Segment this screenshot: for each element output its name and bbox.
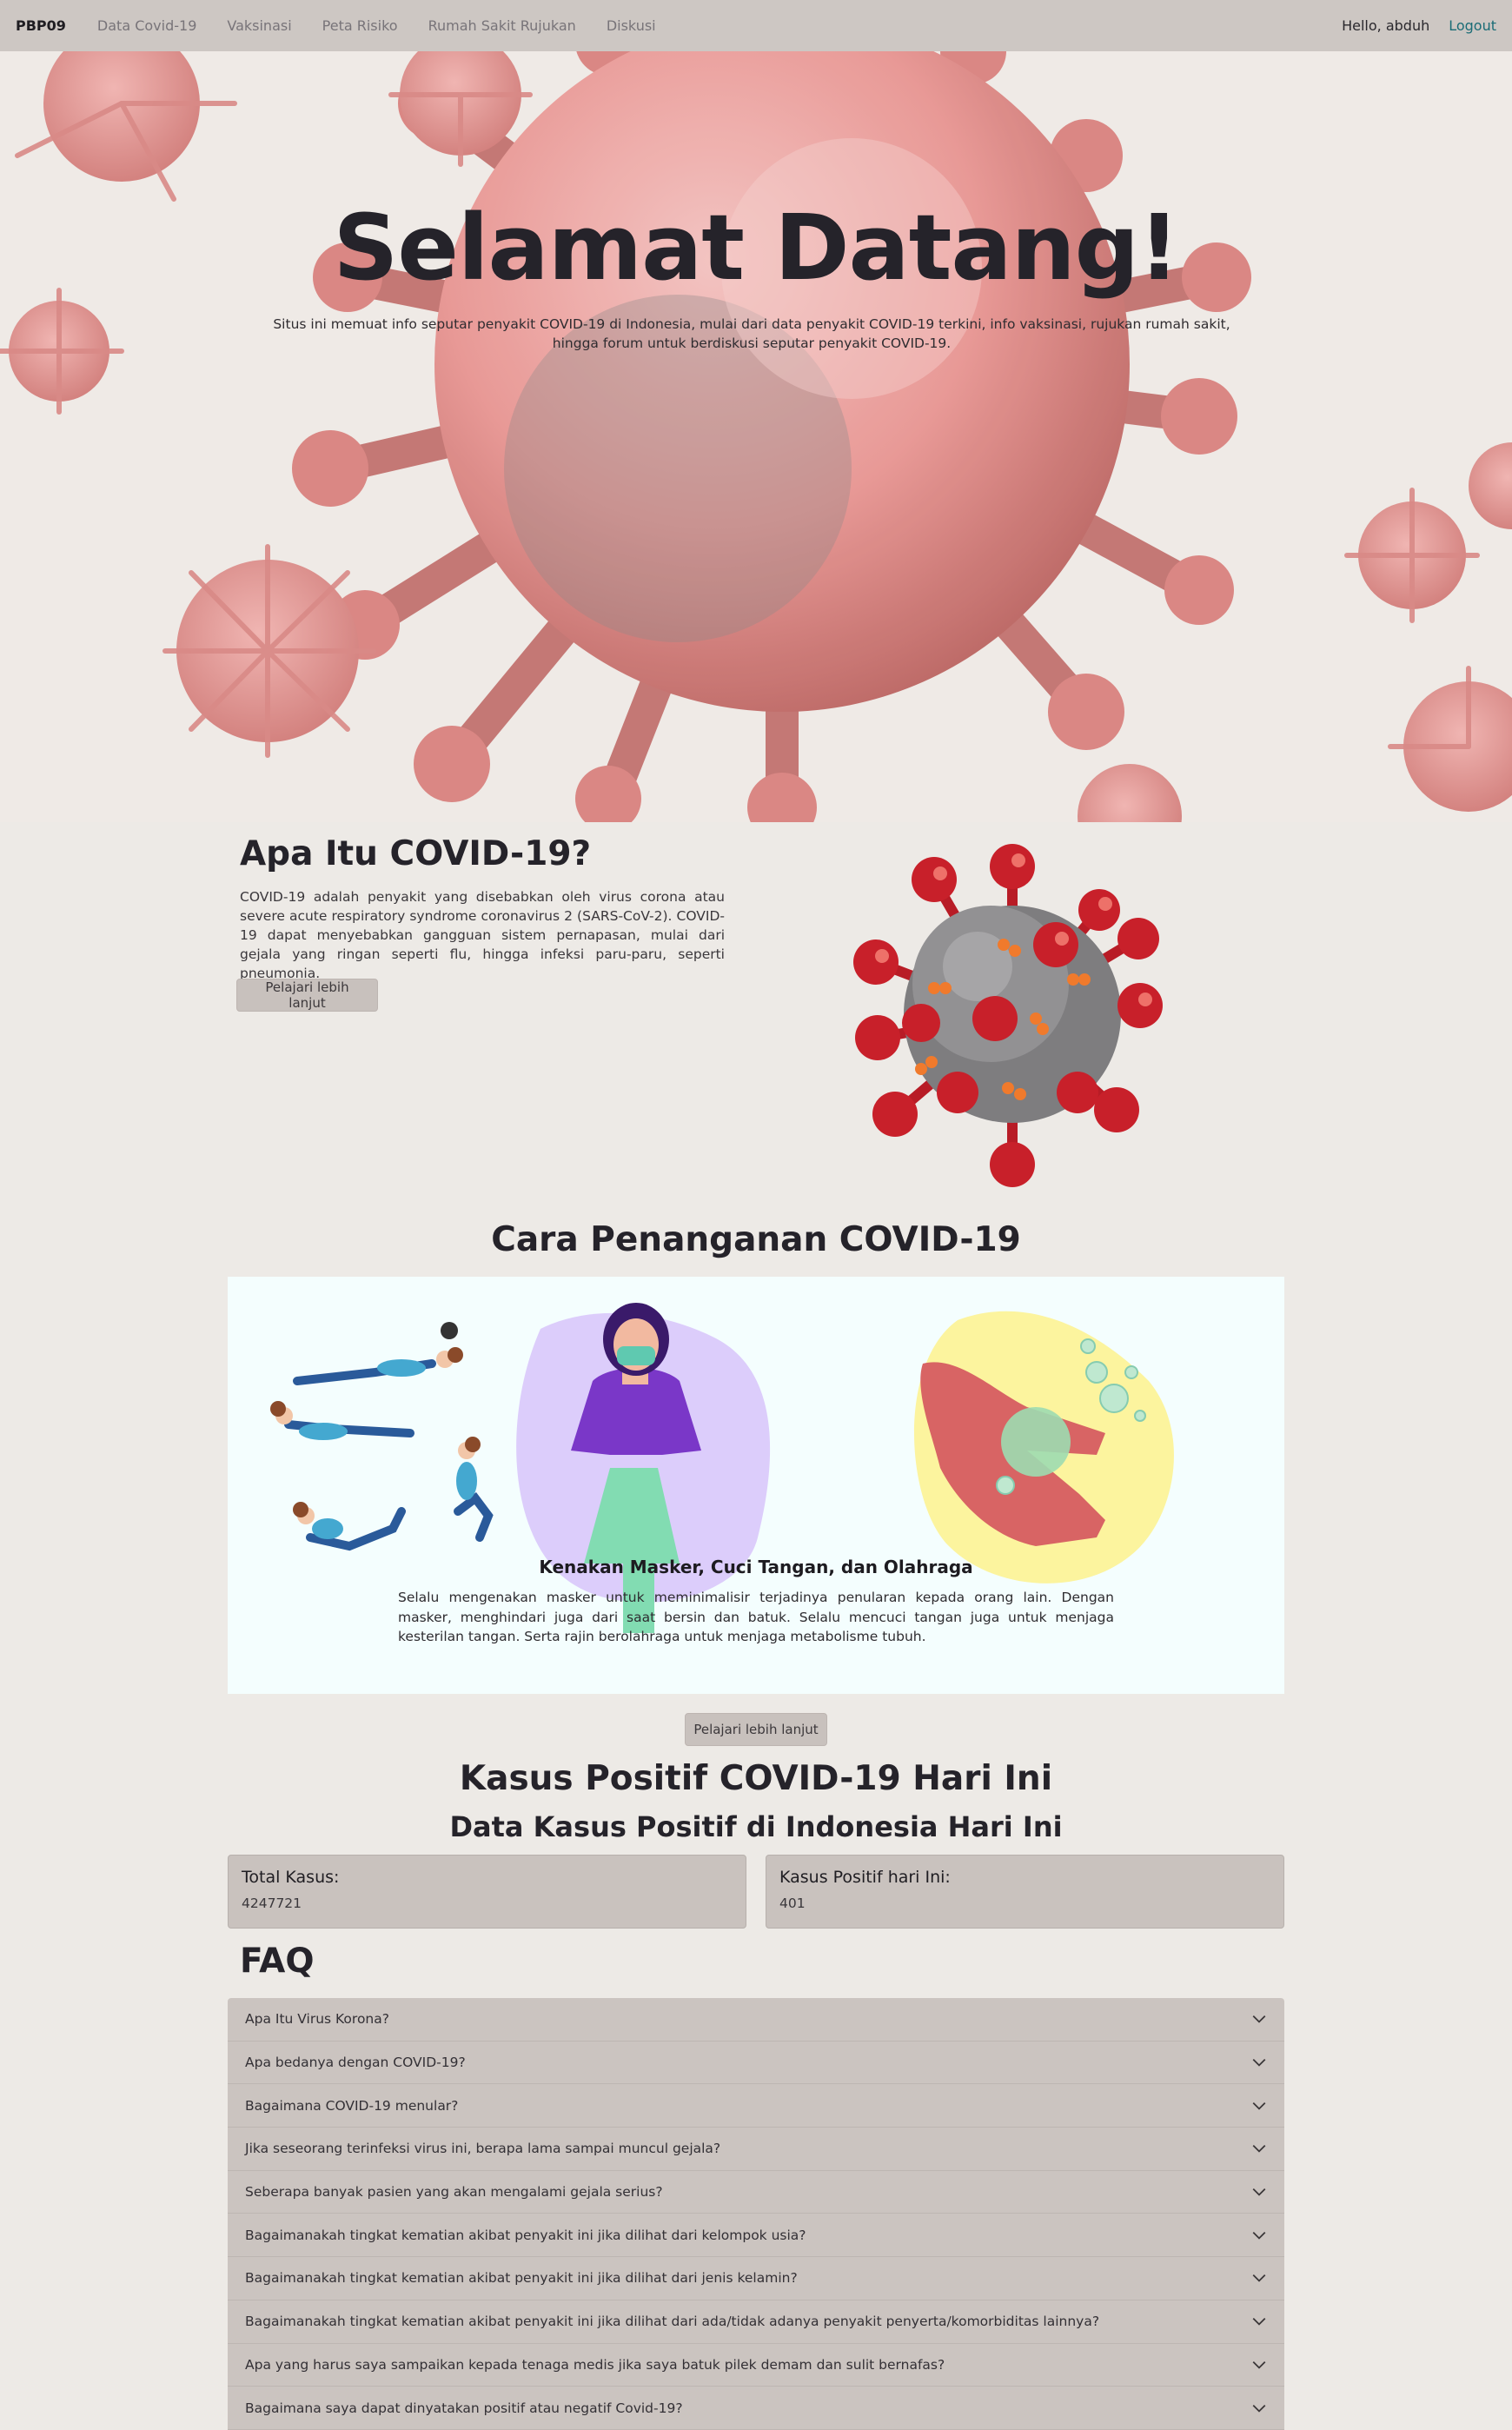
top-navbar: PBP09 Data Covid-19 Vaksinasi Peta Risik…	[0, 0, 1512, 51]
coronavirus-illustration	[853, 844, 1163, 1187]
faq-question: Bagaimana COVID-19 menular?	[245, 2097, 459, 2114]
carousel-caption-title: Kenakan Masker, Cuci Tangan, dan Olahrag…	[539, 1557, 973, 1577]
faq-item[interactable]: Bagaimanakah tingkat kematian akibat pen…	[228, 2257, 1284, 2301]
faq-question: Bagaimanakah tingkat kematian akibat pen…	[245, 2314, 1100, 2330]
total-cases-label: Total Kasus:	[242, 1868, 340, 1887]
nav-link-data-covid[interactable]: Data Covid-19	[97, 17, 196, 34]
chevron-down-icon	[1252, 2274, 1266, 2283]
faq-question: Seberapa banyak pasien yang akan mengala…	[245, 2184, 663, 2201]
cases-title: Kasus Positif COVID-19 Hari Ini	[459, 1759, 1053, 1798]
faq-item[interactable]: Jika seseorang terinfeksi virus ini, ber…	[228, 2128, 1284, 2171]
today-cases-card: Kasus Positif hari Ini: 401	[766, 1855, 1284, 1929]
faq-item[interactable]: Seberapa banyak pasien yang akan mengala…	[228, 2170, 1284, 2214]
hero-virus-background	[0, 51, 1512, 822]
handling-learn-more-button[interactable]: Pelajari lebih lanjut	[685, 1713, 827, 1746]
faq-question: Bagaimanakah tingkat kematian akibat pen…	[245, 2227, 806, 2243]
today-cases-label: Kasus Positif hari Ini:	[779, 1868, 951, 1887]
chevron-down-icon	[1252, 2318, 1266, 2326]
handwash-illustration	[914, 1311, 1174, 1583]
faq-item[interactable]: Apa yang harus saya sampaikan kepada ten…	[228, 2343, 1284, 2387]
nav-link-vaksinasi[interactable]: Vaksinasi	[227, 17, 291, 34]
chevron-down-icon	[1252, 2015, 1266, 2023]
total-cases-card: Total Kasus: 4247721	[228, 1855, 746, 1929]
faq-item[interactable]: Bagaimanakah tingkat kematian akibat pen…	[228, 2300, 1284, 2344]
faq-item[interactable]: Bagaimanakah tingkat kematian akibat pen…	[228, 2214, 1284, 2258]
chevron-down-icon	[1252, 2145, 1266, 2154]
logout-link[interactable]: Logout	[1449, 17, 1496, 34]
nav-link-diskusi[interactable]: Diskusi	[607, 17, 656, 34]
hero-banner: Selamat Datang! Situs ini memuat info se…	[0, 51, 1512, 822]
chevron-down-icon	[1252, 2360, 1266, 2369]
mask-illustration	[516, 1303, 771, 1633]
chevron-down-icon	[1252, 2059, 1266, 2067]
chevron-down-icon	[1252, 2231, 1266, 2240]
chevron-down-icon	[1252, 2404, 1266, 2413]
faq-question: Jika seseorang terinfeksi virus ini, ber…	[245, 2141, 721, 2157]
handling-title: Cara Penanganan COVID-19	[491, 1220, 1021, 1259]
faq-accordion: Apa Itu Virus Korona? Apa bedanya dengan…	[228, 1998, 1284, 2430]
carousel-caption-text: Selalu mengenakan masker untuk meminimal…	[398, 1590, 1114, 1644]
hero-title: Selamat Datang!	[333, 195, 1179, 301]
faq-question: Apa yang harus saya sampaikan kepada ten…	[245, 2356, 945, 2373]
nav-user-area: Hello, abduh Logout	[1342, 17, 1496, 34]
faq-item[interactable]: Bagaimana COVID-19 menular?	[228, 2084, 1284, 2128]
faq-item[interactable]: Apa Itu Virus Korona?	[228, 1998, 1284, 2042]
faq-question: Bagaimana saya dapat dinyatakan positif …	[245, 2400, 683, 2416]
user-greeting: Hello, abduh	[1342, 17, 1430, 34]
hero-subtitle: Situs ini memuat info seputar penyakit C…	[273, 316, 1230, 351]
faq-question: Bagaimanakah tingkat kematian akibat pen…	[245, 2270, 798, 2287]
about-description: COVID-19 adalah penyakit yang disebabkan…	[240, 889, 725, 981]
faq-question: Apa Itu Virus Korona?	[245, 2011, 389, 2028]
chevron-down-icon	[1252, 2101, 1266, 2110]
nav-link-rumah-sakit[interactable]: Rumah Sakit Rujukan	[428, 17, 576, 34]
exercise-illustration	[270, 1322, 494, 1551]
about-learn-more-button[interactable]: Pelajari lebih lanjut	[236, 979, 378, 1012]
about-title: Apa Itu COVID-19?	[240, 834, 592, 873]
total-cases-value: 4247721	[242, 1896, 302, 1911]
chevron-down-icon	[1252, 2188, 1266, 2196]
faq-title: FAQ	[240, 1942, 315, 1981]
faq-item[interactable]: Apa bedanya dengan COVID-19?	[228, 2041, 1284, 2085]
cases-subtitle: Data Kasus Positif di Indonesia Hari Ini	[449, 1810, 1063, 1843]
handling-carousel[interactable]: Kenakan Masker, Cuci Tangan, dan Olahrag…	[228, 1277, 1284, 1694]
faq-question: Apa bedanya dengan COVID-19?	[245, 2055, 466, 2071]
brand-logo[interactable]: PBP09	[16, 17, 66, 34]
today-cases-value: 401	[779, 1896, 806, 1911]
faq-item[interactable]: Bagaimana saya dapat dinyatakan positif …	[228, 2387, 1284, 2430]
nav-link-peta-risiko[interactable]: Peta Risiko	[322, 17, 398, 34]
